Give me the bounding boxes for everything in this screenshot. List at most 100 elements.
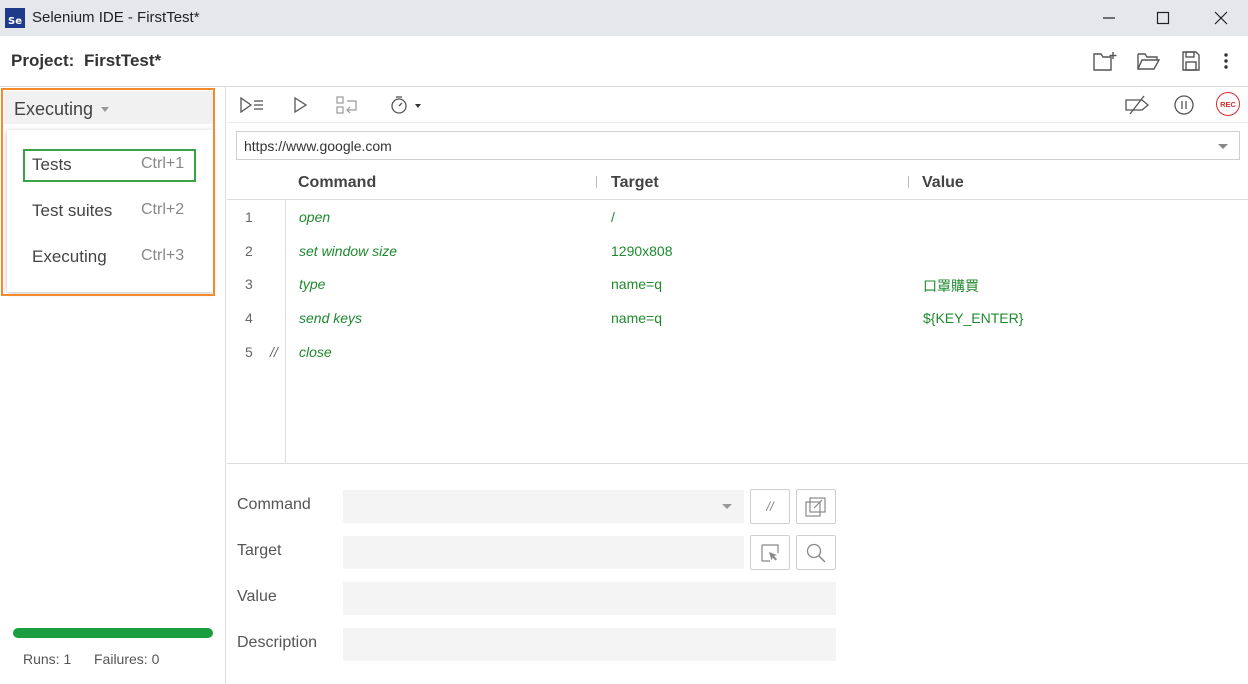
runs-count: Runs: 1 (23, 651, 72, 667)
save-icon (1182, 51, 1200, 71)
menu-item-label: Test suites (32, 201, 113, 220)
row-target: 1290x808 (611, 243, 673, 259)
base-url-value: https://www.google.com (244, 138, 392, 154)
view-selector[interactable]: Executing (4, 91, 215, 124)
menu-item-executing[interactable]: Executing Ctrl+3 (23, 241, 193, 273)
description-input[interactable] (343, 628, 836, 661)
disable-breakpoints-button[interactable] (1123, 93, 1151, 117)
project-name[interactable]: FirstTest* (84, 51, 161, 71)
step-over-icon (336, 96, 357, 114)
value-input[interactable] (343, 582, 836, 615)
view-dropdown-menu: Tests Ctrl+1 Test suites Ctrl+2 Executin… (7, 130, 213, 292)
run-all-icon (240, 96, 263, 114)
menu-item-shortcut: Ctrl+3 (141, 247, 185, 264)
command-input[interactable] (343, 490, 744, 523)
menu-item-shortcut: Ctrl+2 (141, 201, 185, 218)
comment-toggle-label: // (766, 499, 774, 514)
step-over-button[interactable] (334, 93, 360, 117)
save-project-button[interactable] (1178, 49, 1204, 73)
table-row[interactable]: 3 type name=q 口罩購買 (227, 267, 1248, 301)
row-comment-marker: // (270, 344, 278, 360)
breakpoint-off-icon (1125, 95, 1150, 115)
pause-circle-icon (1174, 95, 1194, 115)
row-value: 口罩購買 (923, 278, 979, 294)
project-header: Project: FirstTest* (0, 36, 1248, 87)
open-folder-icon (1137, 53, 1161, 70)
more-options-button[interactable] (1214, 49, 1238, 73)
select-target-button[interactable] (750, 535, 790, 570)
view-selector-label: Executing (14, 99, 94, 119)
column-separator[interactable] (908, 176, 909, 188)
table-row[interactable]: 1 open / (227, 200, 1248, 234)
row-target: name=q (611, 276, 662, 292)
select-element-icon (761, 543, 779, 562)
row-command: set window size (299, 243, 398, 259)
record-button[interactable]: REC (1216, 92, 1240, 116)
command-label: Command (237, 496, 311, 513)
row-number: 3 (245, 276, 253, 292)
new-project-button[interactable] (1092, 49, 1118, 73)
header-command: Command (298, 174, 377, 191)
column-separator[interactable] (596, 176, 597, 188)
row-command: close (299, 344, 332, 360)
sidebar: Executing Tests Ctrl+1 Test suites Ctrl+… (0, 87, 226, 684)
target-input[interactable] (343, 536, 744, 569)
row-number: 4 (245, 310, 253, 326)
minimize-button[interactable] (1086, 0, 1132, 36)
pause-on-exceptions-button[interactable] (1171, 93, 1197, 117)
find-target-button[interactable] (796, 535, 836, 570)
run-progress-bar (13, 628, 213, 638)
table-row[interactable]: 5 // close (227, 335, 1248, 369)
row-number: 1 (245, 209, 253, 225)
caret-down-icon (101, 107, 109, 112)
menu-item-label: Tests (32, 155, 72, 174)
window-title: Selenium IDE - FirstTest* (32, 9, 200, 26)
selenium-logo-icon: Se (5, 8, 25, 28)
run-current-test-button[interactable] (287, 93, 313, 117)
close-icon (1214, 11, 1228, 25)
minimize-icon (1103, 17, 1115, 19)
commands-table-header: Command Target Value (227, 166, 1248, 200)
menu-item-test-suites[interactable]: Test suites Ctrl+2 (23, 195, 193, 227)
row-target: name=q (611, 310, 662, 326)
test-speed-button[interactable] (389, 93, 425, 117)
play-icon (294, 96, 308, 114)
new-folder-icon (1093, 52, 1117, 71)
run-all-tests-button[interactable] (239, 93, 265, 117)
description-label: Description (237, 634, 318, 651)
table-row[interactable]: 2 set window size 1290x808 (227, 234, 1248, 268)
failures-count: Failures: 0 (94, 651, 160, 667)
menu-item-shortcut: Ctrl+1 (141, 155, 185, 172)
row-target: / (611, 209, 615, 225)
header-value: Value (922, 174, 964, 191)
maximize-button[interactable] (1140, 0, 1186, 36)
command-dropdown-icon[interactable] (722, 504, 732, 509)
open-reference-button[interactable] (796, 489, 836, 524)
search-icon (806, 543, 826, 563)
close-window-button[interactable] (1198, 0, 1244, 36)
toggle-comment-button[interactable]: // (750, 489, 790, 524)
row-command: open (299, 209, 331, 225)
target-label: Target (237, 542, 282, 559)
test-toolbar: REC (227, 87, 1248, 123)
row-command: send keys (299, 310, 363, 326)
row-number: 2 (245, 243, 253, 259)
menu-item-tests[interactable]: Tests Ctrl+1 (23, 149, 193, 181)
commands-table-body: 1 open / 2 set window size 1290x808 3 ty… (227, 200, 1248, 464)
kebab-menu-icon (1224, 53, 1228, 69)
stopwatch-icon (391, 96, 421, 114)
external-window-icon (805, 496, 826, 517)
project-label: Project: (11, 51, 75, 70)
url-dropdown-icon[interactable] (1218, 144, 1228, 149)
title-bar: Se Selenium IDE - FirstTest* (0, 0, 1248, 36)
open-project-button[interactable] (1136, 49, 1162, 73)
table-row[interactable]: 4 send keys name=q ${KEY_ENTER} (227, 301, 1248, 335)
value-label: Value (237, 588, 277, 605)
row-command: type (299, 276, 326, 292)
menu-item-label: Executing (32, 247, 107, 266)
row-value: ${KEY_ENTER} (923, 310, 1024, 326)
maximize-icon (1156, 11, 1170, 25)
base-url-input[interactable]: https://www.google.com (236, 131, 1240, 160)
row-number: 5 (245, 344, 253, 360)
header-target: Target (611, 174, 659, 191)
